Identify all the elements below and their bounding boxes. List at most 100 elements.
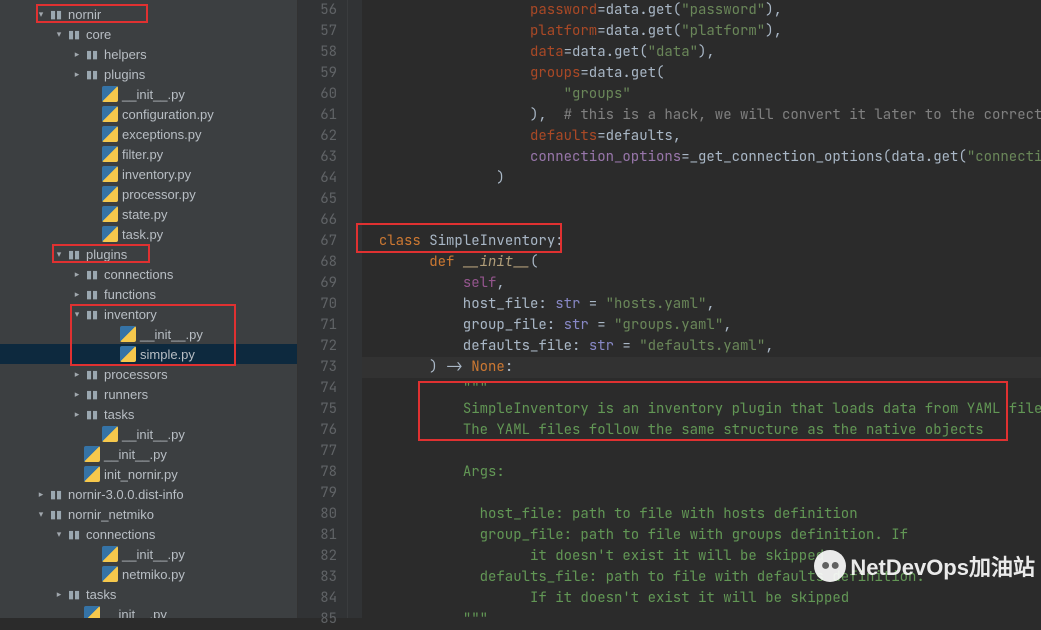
tree-file[interactable]: processor.py [0, 184, 297, 204]
folder-icon: ▮▮ [84, 306, 100, 322]
code-line: ) -> None: [362, 357, 1041, 378]
chevron-right-icon[interactable]: ▸ [72, 369, 82, 380]
code-line: Args: [362, 462, 1041, 483]
tree-item-label: connections [104, 267, 173, 282]
code-editor[interactable]: 5657585960616263646566676869707172737475… [298, 0, 1041, 618]
tree-folder[interactable]: ▸▮▮helpers [0, 44, 297, 64]
tree-item-label: nornir [68, 7, 101, 22]
tree-file[interactable]: filter.py [0, 144, 297, 164]
tree-item-label: exceptions.py [122, 127, 202, 142]
tree-item-label: __init__.py [122, 547, 185, 562]
chevron-right-icon[interactable]: ▸ [54, 589, 64, 600]
tree-folder[interactable]: ▸▮▮ tasks [0, 404, 297, 424]
tree-folder[interactable]: ▾▮▮connections [0, 524, 297, 544]
tree-item-label: __init__.py [104, 447, 167, 462]
line-number: 72 [298, 336, 337, 357]
line-number: 80 [298, 504, 337, 525]
tree-folder[interactable]: ▸▮▮ nornir-3.0.0.dist-info [0, 484, 297, 504]
tree-folder[interactable]: ▸▮▮ runners [0, 384, 297, 404]
code-area: password=data.get("password"), platform=… [362, 0, 1041, 618]
tree-item-label: __init__.py [140, 327, 203, 342]
line-number: 59 [298, 63, 337, 84]
tree-folder[interactable]: ▸▮▮plugins [0, 64, 297, 84]
folder-icon: ▮▮ [48, 6, 64, 22]
folder-icon: ▮▮ [84, 386, 100, 402]
tree-file[interactable]: __init__.py [0, 84, 297, 104]
tree-file[interactable]: simple.py [0, 344, 297, 364]
line-number: 63 [298, 147, 337, 168]
chevron-right-icon[interactable]: ▸ [72, 49, 82, 60]
tree-file[interactable]: init_nornir.py [0, 464, 297, 484]
tree-file[interactable]: netmiko.py [0, 564, 297, 584]
code-line: class SimpleInventory: [362, 231, 1041, 252]
line-number: 57 [298, 21, 337, 42]
chevron-right-icon[interactable]: ▸ [72, 69, 82, 80]
folder-icon: ▮▮ [66, 26, 82, 42]
python-file-icon [102, 186, 118, 202]
folder-icon: ▮▮ [84, 366, 100, 382]
python-file-icon [84, 606, 100, 618]
tree-folder[interactable]: ▸▮▮ connections [0, 264, 297, 284]
chevron-right-icon[interactable]: ▸ [72, 389, 82, 400]
tree-folder[interactable]: ▾▮▮plugins [0, 244, 297, 264]
tree-item-label: simple.py [140, 347, 195, 362]
tree-item-label: init_nornir.py [104, 467, 178, 482]
tree-item-label: state.py [122, 207, 168, 222]
tree-item-label: __init__.py [122, 427, 185, 442]
tree-file[interactable]: __init__.py [0, 424, 297, 444]
tree-file[interactable]: __init__.py [0, 604, 297, 618]
python-file-icon [120, 326, 136, 342]
tree-item-label: nornir-3.0.0.dist-info [68, 487, 184, 502]
python-file-icon [84, 466, 100, 482]
chevron-down-icon[interactable]: ▾ [54, 249, 64, 260]
line-number: 56 [298, 0, 337, 21]
tree-folder[interactable]: ▸▮▮functions [0, 284, 297, 304]
tree-folder[interactable]: ▸▮▮tasks [0, 584, 297, 604]
tree-folder[interactable]: ▾▮▮core [0, 24, 297, 44]
chevron-down-icon[interactable]: ▾ [54, 29, 64, 40]
folder-icon: ▮▮ [84, 266, 100, 282]
folder-icon: ▮▮ [84, 406, 100, 422]
tree-file[interactable]: __init__.py [0, 444, 297, 464]
python-file-icon [102, 546, 118, 562]
line-number: 61 [298, 105, 337, 126]
chevron-right-icon[interactable]: ▸ [72, 409, 82, 420]
tree-file[interactable]: __init__.py [0, 544, 297, 564]
tree-item-label: tasks [104, 407, 134, 422]
chevron-down-icon[interactable]: ▾ [72, 309, 82, 320]
python-file-icon [102, 166, 118, 182]
tree-file[interactable]: inventory.py [0, 164, 297, 184]
line-number: 65 [298, 189, 337, 210]
code-line: group_file: str = "groups.yaml", [362, 315, 1041, 336]
tree-file[interactable]: __init__.py [0, 324, 297, 344]
line-number: 81 [298, 525, 337, 546]
folder-icon: ▮▮ [48, 486, 64, 502]
tree-folder[interactable]: ▾▮▮nornir_netmiko [0, 504, 297, 524]
line-number: 64 [298, 168, 337, 189]
chevron-right-icon[interactable]: ▸ [36, 489, 46, 500]
tree-folder[interactable]: ▸▮▮processors [0, 364, 297, 384]
chevron-right-icon[interactable]: ▸ [72, 269, 82, 280]
code-line: """ [362, 378, 1041, 399]
tree-file[interactable]: task.py [0, 224, 297, 244]
tree-item-label: runners [104, 387, 148, 402]
folder-icon: ▮▮ [66, 586, 82, 602]
code-line: data=data.get("data"), [362, 42, 1041, 63]
chevron-down-icon[interactable]: ▾ [36, 509, 46, 520]
line-number: 75 [298, 399, 337, 420]
chevron-down-icon[interactable]: ▾ [36, 9, 46, 20]
tree-file[interactable]: configuration.py [0, 104, 297, 124]
code-line: connection_options=_get_connection_optio… [362, 147, 1041, 168]
project-tree[interactable]: ▾▮▮nornir▾▮▮core▸▮▮helpers▸▮▮plugins__in… [0, 0, 298, 618]
tree-file[interactable]: state.py [0, 204, 297, 224]
tree-item-label: filter.py [122, 147, 163, 162]
python-file-icon [102, 206, 118, 222]
tree-file[interactable]: exceptions.py [0, 124, 297, 144]
tree-folder[interactable]: ▾▮▮inventory [0, 304, 297, 324]
chevron-down-icon[interactable]: ▾ [54, 529, 64, 540]
tree-folder[interactable]: ▾▮▮ nornir [0, 4, 297, 24]
line-number: 83 [298, 567, 337, 588]
line-number-gutter: 5657585960616263646566676869707172737475… [298, 0, 348, 618]
chevron-right-icon[interactable]: ▸ [72, 289, 82, 300]
line-number: 76 [298, 420, 337, 441]
